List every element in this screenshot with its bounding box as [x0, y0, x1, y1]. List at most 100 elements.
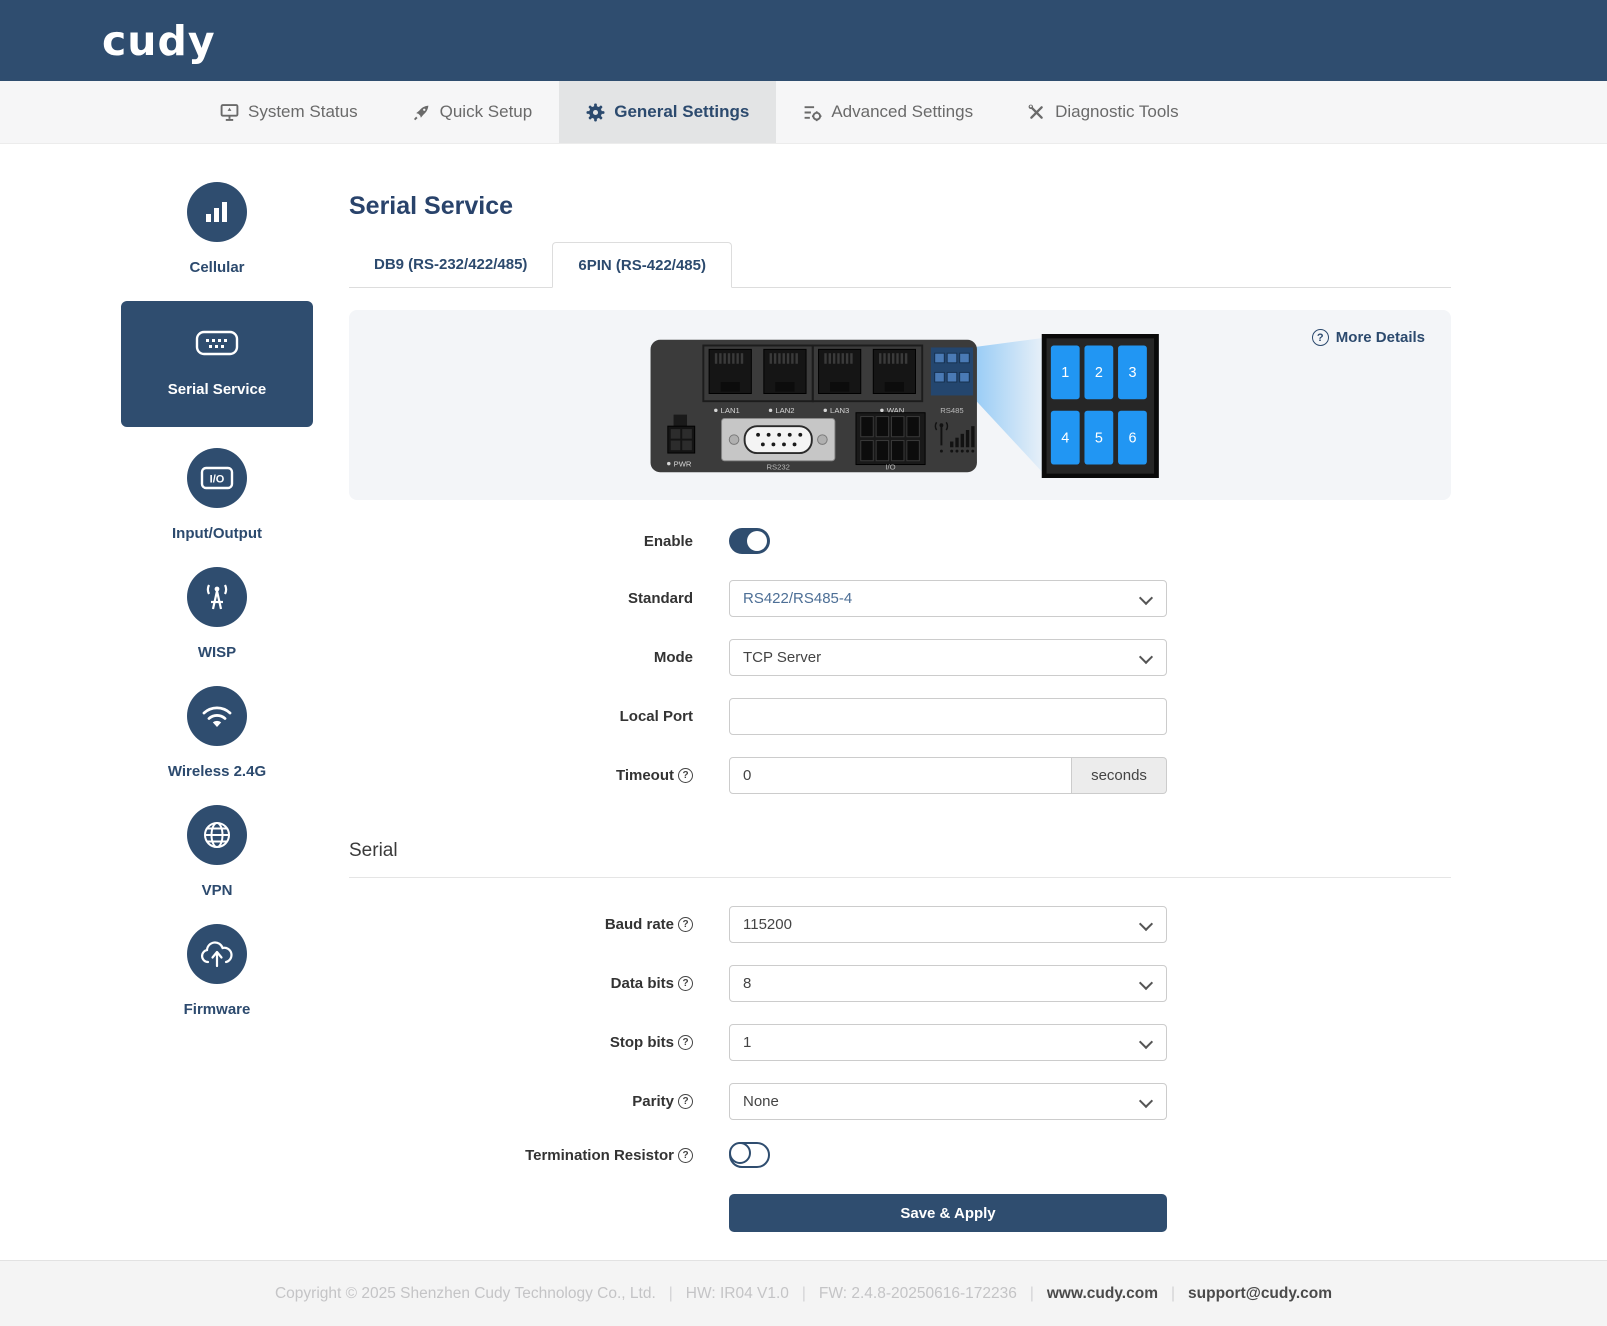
local-port-label: Local Port — [619, 708, 693, 725]
page-title: Serial Service — [349, 192, 514, 220]
question-circle-icon: ? — [1311, 329, 1329, 346]
pin-5-label: 5 — [1095, 430, 1103, 446]
page-footer: Copyright © 2025 Shenzhen Cudy Technolog… — [0, 1260, 1607, 1326]
sidebar-item-cellular[interactable]: Cellular — [187, 182, 247, 276]
nav-advanced-settings[interactable]: Advanced Settings — [776, 81, 1000, 143]
timeout-input[interactable] — [729, 757, 1072, 794]
nav-label: Quick Setup — [439, 102, 533, 121]
sidebar-item-serial-service[interactable]: Serial Service — [121, 301, 313, 427]
tools-icon — [1028, 104, 1043, 119]
port-label-rs485: RS485 — [940, 406, 963, 415]
pin-1-label: 1 — [1061, 365, 1069, 381]
antenna-icon — [187, 567, 247, 627]
port-label-lan3: LAN3 — [830, 406, 849, 415]
sidebar-item-vpn[interactable]: VPN — [187, 805, 247, 899]
chevron-down-icon-wrap: TCP Server — [729, 639, 1167, 676]
footer-fw-version: FW: 2.4.8-20250616-172236 — [818, 1284, 1017, 1302]
data-bits-label: Data bits? — [349, 975, 693, 992]
nav-diagnostic-tools[interactable]: Diagnostic Tools — [1000, 81, 1205, 143]
port-label-rs232: RS232 — [766, 462, 789, 471]
nav-label: System Status — [248, 102, 358, 121]
io-icon: I/O — [187, 448, 247, 508]
wifi-icon — [186, 686, 247, 746]
chevron-down-icon-wrap: 8 — [729, 965, 1167, 1002]
stop-bits-select[interactable]: 1 — [729, 1024, 1167, 1061]
svg-text:I/O: I/O — [210, 474, 225, 486]
local-port-row: Local Port — [349, 698, 1451, 735]
standard-label: Standard — [627, 590, 693, 607]
data-bits-select[interactable]: 8 — [729, 965, 1167, 1002]
sidebar-item-firmware[interactable]: Firmware — [183, 924, 251, 1018]
help-icon[interactable]: ? — [678, 1094, 693, 1109]
device-panel: ? More Details LAN1 LAN2 LAN3 WAN RS485 … — [349, 310, 1451, 500]
chevron-down-icon-wrap: 1 — [729, 1024, 1167, 1061]
baud-rate-label: Baud rate? — [349, 916, 693, 933]
help-icon[interactable]: ? — [678, 768, 693, 783]
sidebar-item-input-output[interactable]: I/O Input/Output — [172, 448, 262, 542]
nav-label: General Settings — [614, 102, 750, 121]
sidebar-label: Input/Output — [172, 525, 262, 542]
baud-rate-row: Baud rate? 115200 — [349, 906, 1451, 943]
footer-copyright: Copyright © 2025 Shenzhen Cudy Technolog… — [274, 1284, 656, 1302]
timeout-row: Timeout? seconds — [349, 757, 1451, 794]
standard-row: Standard RS422/RS485-4 — [349, 580, 1451, 617]
globe-icon — [187, 805, 247, 865]
baud-rate-select[interactable]: 115200 — [729, 906, 1167, 943]
app-header: cudy — [0, 0, 1607, 81]
device-rear-panel-image: LAN1 LAN2 LAN3 WAN RS485 PWR RS232 I/O 1… — [650, 334, 1159, 478]
parity-label: Parity? — [349, 1093, 693, 1110]
port-label-pwr: PWR — [674, 459, 692, 468]
cloud-upload-icon — [186, 924, 247, 984]
sidebar-label: VPN — [201, 882, 233, 899]
tab-6pin[interactable]: 6PIN (RS-422/485) — [552, 242, 732, 288]
timeout-unit: seconds — [1072, 757, 1167, 794]
sidebar-label: Serial Service — [167, 381, 267, 398]
footer-hw-version: HW: IR04 V1.0 — [685, 1284, 789, 1302]
sidebar-item-wisp[interactable]: WISP — [187, 567, 247, 661]
save-apply-button[interactable]: Save & Apply — [729, 1194, 1167, 1232]
help-icon[interactable]: ? — [678, 1147, 693, 1163]
parity-select[interactable]: None — [729, 1083, 1167, 1120]
timeout-label: Timeout? — [349, 767, 693, 784]
sliders-icon — [804, 105, 822, 121]
nav-label: Diagnostic Tools — [1055, 102, 1179, 121]
sidebar-label: WISP — [197, 644, 237, 661]
tab-db9[interactable]: DB9 (RS-232/422/485) — [349, 242, 552, 287]
footer-support-email-link[interactable]: support@cudy.com — [1188, 1285, 1332, 1303]
rocket-icon — [413, 105, 428, 120]
chevron-down-icon-wrap: 115200 — [729, 906, 1167, 943]
data-bits-row: Data bits? 8 — [349, 965, 1451, 1002]
sidebar-label: Firmware — [183, 1001, 251, 1018]
nav-system-status[interactable]: System Status — [193, 81, 385, 143]
gear-icon — [586, 103, 605, 121]
zoom-beam — [971, 337, 1045, 475]
footer-website-link[interactable]: www.cudy.com — [1047, 1285, 1158, 1303]
monitor-icon — [220, 103, 239, 121]
nav-general-settings[interactable]: General Settings — [559, 81, 777, 143]
sidebar-item-wireless-24g[interactable]: Wireless 2.4G — [168, 686, 266, 780]
nav-label: Advanced Settings — [831, 102, 974, 121]
standard-select[interactable]: RS422/RS485-4 — [729, 580, 1167, 617]
local-port-input[interactable] — [729, 698, 1167, 735]
mode-label: Mode — [653, 649, 693, 666]
nav-quick-setup[interactable]: Quick Setup — [385, 81, 560, 143]
cudy-logo: cudy — [102, 16, 216, 65]
io-block: I/O — [855, 412, 926, 471]
serial-port-icon — [195, 330, 239, 361]
serial-section-title: Serial — [349, 840, 1451, 878]
help-icon[interactable]: ? — [678, 917, 693, 932]
pin-3-label: 3 — [1128, 365, 1136, 381]
help-icon[interactable]: ? — [678, 1035, 693, 1050]
termination-resistor-toggle[interactable] — [729, 1142, 770, 1168]
chevron-down-icon-wrap: None — [729, 1083, 1167, 1120]
help-icon[interactable]: ? — [678, 976, 693, 991]
more-details-label: More Details — [1335, 329, 1425, 346]
more-details-link[interactable]: ? More Details — [1311, 329, 1425, 346]
enable-toggle[interactable] — [729, 528, 770, 554]
port-label-lan1: LAN1 — [721, 406, 740, 415]
mode-select[interactable]: TCP Server — [729, 639, 1167, 676]
parity-row: Parity? None — [349, 1083, 1451, 1120]
pin-2-label: 2 — [1095, 365, 1103, 381]
chevron-down-icon-wrap: RS422/RS485-4 — [729, 580, 1167, 617]
stop-bits-label: Stop bits? — [349, 1034, 693, 1051]
